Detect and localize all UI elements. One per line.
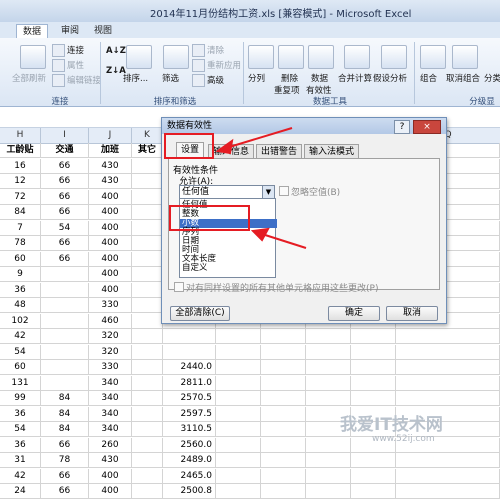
table-cell[interactable]: [306, 468, 351, 484]
table-cell[interactable]: [261, 484, 306, 499]
table-cell[interactable]: [396, 468, 500, 484]
table-cell[interactable]: [306, 453, 351, 468]
arrow-line-decimal: [261, 233, 307, 249]
table-cell[interactable]: 400: [89, 468, 132, 484]
table-cell[interactable]: [396, 453, 500, 468]
table-cell[interactable]: [132, 453, 163, 468]
table-cell[interactable]: [261, 468, 306, 484]
table-cell[interactable]: 2500.8: [163, 484, 216, 499]
arrow-head-decimal: [250, 227, 270, 242]
table-cell[interactable]: [351, 468, 396, 484]
annotation-arrows: [215, 127, 307, 249]
table-cell[interactable]: [216, 453, 261, 468]
table-cell[interactable]: [396, 484, 500, 499]
table-cell[interactable]: [261, 453, 306, 468]
arrow-head-settings: [215, 138, 234, 155]
table-cell[interactable]: 31: [0, 453, 41, 468]
table-cell[interactable]: [132, 484, 163, 499]
table-cell[interactable]: [306, 484, 351, 499]
table-cell[interactable]: 430: [89, 453, 132, 468]
table-cell[interactable]: 78: [41, 453, 89, 468]
table-cell[interactable]: 66: [41, 484, 89, 499]
table-cell[interactable]: [132, 468, 163, 484]
table-cell[interactable]: [216, 468, 261, 484]
arrow-line-settings: [225, 127, 293, 149]
table-cell[interactable]: [351, 484, 396, 499]
table-cell[interactable]: 24: [0, 484, 41, 499]
table-cell[interactable]: 400: [89, 484, 132, 499]
table-cell[interactable]: [351, 453, 396, 468]
table-cell[interactable]: 2465.0: [163, 468, 216, 484]
table-cell[interactable]: 66: [41, 468, 89, 484]
table-cell[interactable]: [216, 484, 261, 499]
table-cell[interactable]: 2489.0: [163, 453, 216, 468]
table-cell[interactable]: 42: [0, 468, 41, 484]
